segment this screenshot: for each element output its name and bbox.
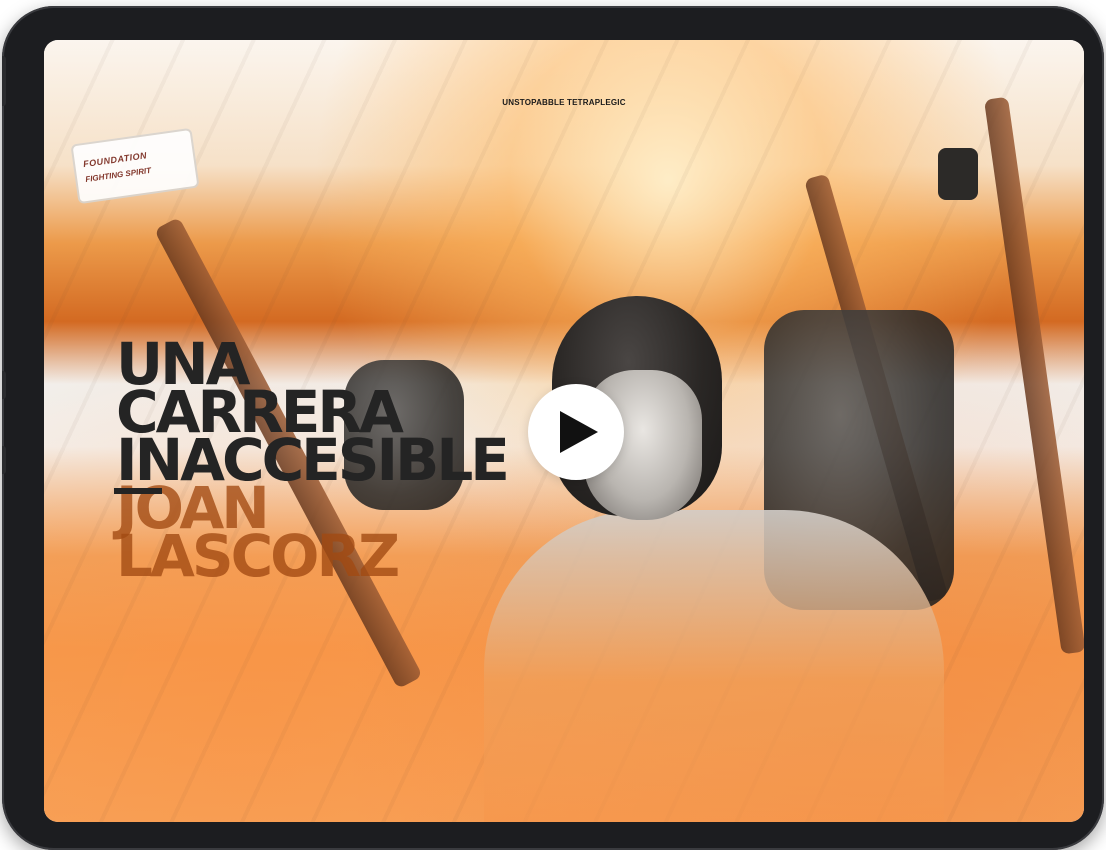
section-label: UNSTOPABBLE TETRAPLEGIC: [502, 98, 626, 107]
volume-up-button: [2, 371, 6, 399]
badge-subtitle: FIGHTING SPIRIT: [84, 165, 152, 184]
tablet-device-frame: FOUNDATION FIGHTING SPIRIT UNSTOPABBLE T…: [2, 6, 1104, 850]
headline-strike-mark: [114, 488, 162, 494]
hero-headline: UNA CARRERA INACCESIBLE JOAN LASCORZ: [116, 335, 510, 590]
volume-down-button: [2, 446, 6, 474]
side-button: [2, 56, 6, 106]
badge-title: FOUNDATION: [82, 150, 148, 170]
play-icon: [560, 411, 598, 453]
hero-screen: FOUNDATION FIGHTING SPIRIT UNSTOPABBLE T…: [44, 40, 1084, 822]
headline-name-last: LASCORZ: [116, 522, 400, 590]
distant-vehicle: [938, 148, 978, 200]
play-video-button[interactable]: [528, 384, 624, 480]
driver-torso: [484, 510, 944, 822]
